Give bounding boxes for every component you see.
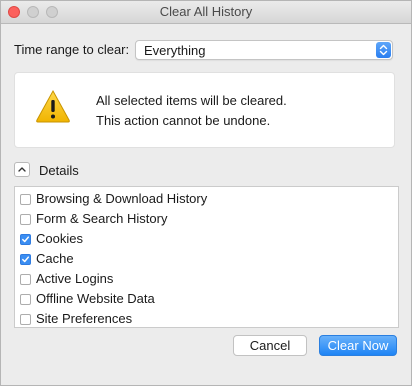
warning-message-primary: All selected items will be cleared. bbox=[96, 93, 287, 108]
warning-message-secondary: This action cannot be undone. bbox=[96, 113, 271, 128]
up-down-chevron-icon[interactable] bbox=[376, 42, 391, 58]
checkbox-cache[interactable] bbox=[20, 254, 31, 265]
warning-triangle-icon bbox=[35, 89, 71, 123]
list-item[interactable]: Active Logins bbox=[20, 268, 390, 288]
list-item[interactable]: Form & Search History bbox=[20, 208, 390, 228]
list-item[interactable]: Cookies bbox=[20, 228, 390, 248]
item-label: Form & Search History bbox=[36, 211, 168, 226]
list-item[interactable]: Browsing & Download History bbox=[20, 188, 390, 208]
checkmark-icon bbox=[22, 236, 30, 243]
clear-history-dialog: Clear All History Time range to clear: E… bbox=[0, 0, 412, 386]
window-title: Clear All History bbox=[159, 4, 253, 19]
chevron-up-icon bbox=[18, 167, 26, 172]
checkbox-active-logins[interactable] bbox=[20, 274, 31, 285]
clear-now-button[interactable]: Clear Now bbox=[319, 335, 397, 356]
item-label: Active Logins bbox=[36, 271, 114, 286]
time-range-label: Time range to clear: bbox=[14, 42, 130, 57]
details-toggle-button[interactable] bbox=[14, 162, 30, 177]
item-label: Offline Website Data bbox=[36, 291, 155, 306]
checkbox-cookies[interactable] bbox=[20, 234, 31, 245]
checkmark-icon bbox=[22, 256, 30, 263]
warning-panel: All selected items will be cleared. This… bbox=[14, 72, 395, 148]
item-label: Site Preferences bbox=[36, 311, 133, 326]
checkbox-form-search-history[interactable] bbox=[20, 214, 31, 225]
time-range-value: Everything bbox=[144, 43, 206, 58]
checkbox-site-preferences[interactable] bbox=[20, 314, 31, 325]
cancel-button[interactable]: Cancel bbox=[233, 335, 307, 356]
checkbox-offline-website-data[interactable] bbox=[20, 294, 31, 305]
time-range-select[interactable]: Everything bbox=[135, 40, 393, 60]
list-item[interactable]: Cache bbox=[20, 248, 390, 268]
item-label: Cookies bbox=[36, 231, 83, 246]
list-item[interactable]: Site Preferences bbox=[20, 308, 390, 328]
checkbox-browsing-download-history[interactable] bbox=[20, 194, 31, 205]
title-bar: Clear All History bbox=[1, 1, 411, 24]
item-label: Browsing & Download History bbox=[36, 191, 208, 206]
details-label: Details bbox=[39, 163, 79, 178]
item-label: Cache bbox=[36, 251, 74, 266]
list-item[interactable]: Offline Website Data bbox=[20, 288, 390, 308]
history-items-list: Browsing & Download History Form & Searc… bbox=[14, 186, 399, 328]
